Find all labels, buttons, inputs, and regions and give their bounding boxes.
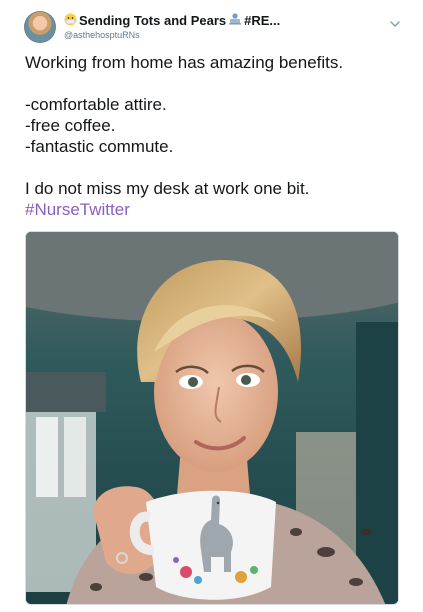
chevron-down-icon[interactable] [389,18,401,30]
author-handle[interactable]: @asthehosptuRNs [64,30,140,40]
laptop-person-icon [228,13,242,27]
tweet-header: Sending Tots and Pears #RE... @asthehosp… [0,0,423,50]
photo-illustration [26,232,398,604]
tweet-line: -free coffee. [25,116,116,135]
hashtag-link[interactable]: #NurseTwitter [25,199,405,220]
tweet-line: I do not miss my desk at work one bit. [25,179,310,198]
face-with-medical-mask-icon [64,13,77,28]
avatar[interactable] [24,11,56,43]
author-display-name[interactable]: Sending Tots and Pears [79,13,226,28]
author-display-suffix: #RE... [244,12,281,28]
tweet-line: -comfortable attire. [25,95,167,114]
tweet-line: Working from home has amazing benefits. [25,53,344,72]
author-name-row[interactable]: Sending Tots and Pears #RE... [64,12,280,28]
tweet-line: -fantastic commute. [25,137,174,156]
tweet-photo[interactable] [25,231,399,605]
tweet-text: Working from home has amazing benefits. … [25,52,405,220]
